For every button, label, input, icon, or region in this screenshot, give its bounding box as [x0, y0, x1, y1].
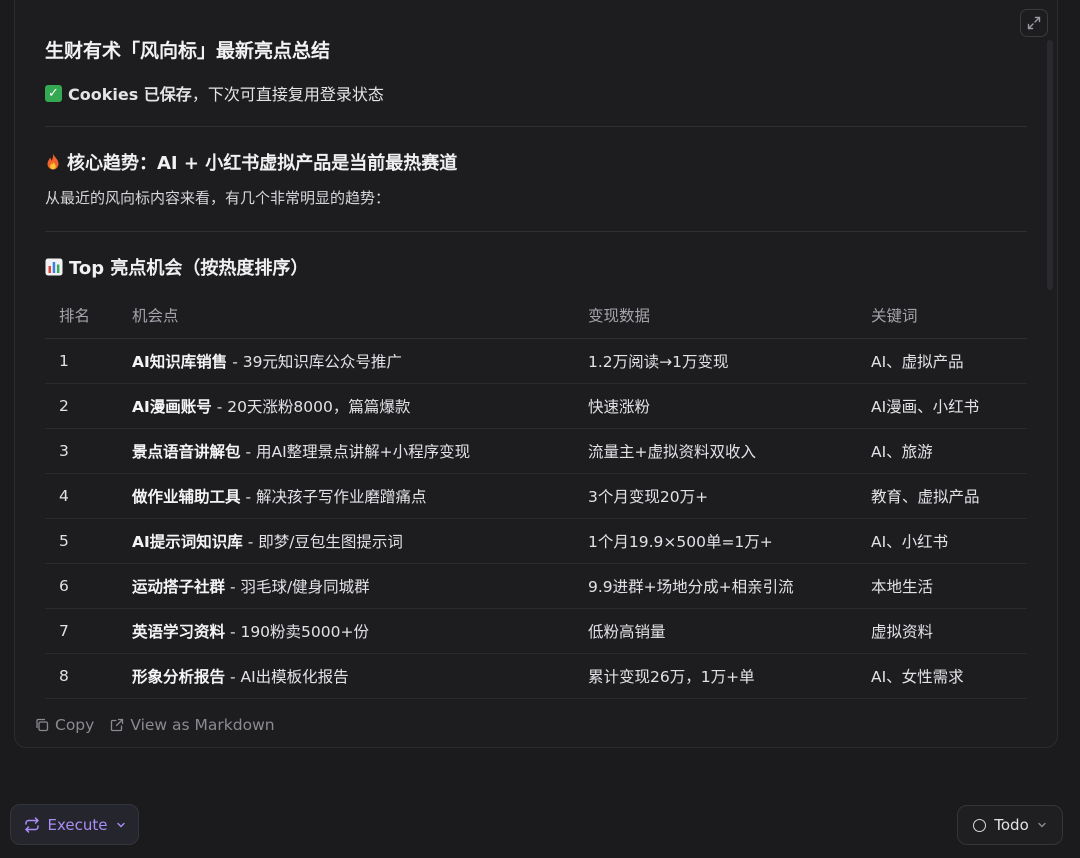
cookies-status-rest: ，下次可直接复用登录状态	[191, 85, 384, 104]
cell-monetization: 快速涨粉	[588, 398, 651, 416]
bar-chart-icon	[45, 258, 63, 276]
top-heading-text: Top 亮点机会（按热度排序）	[69, 258, 309, 279]
opportunity-desc: - 39元知识库公众号推广	[227, 353, 402, 371]
copy-label: Copy	[55, 716, 95, 734]
cell-keywords: AI、旅游	[871, 443, 933, 461]
cell-rank: 3	[59, 442, 69, 460]
opportunity-title: 做作业辅助工具	[132, 488, 241, 506]
view-markdown-button[interactable]: View as Markdown	[110, 716, 275, 734]
header-rank: 排名	[59, 307, 91, 325]
external-link-icon	[111, 718, 124, 732]
repeat-icon	[24, 816, 39, 833]
cell-monetization: 累计变现26万，1万+单	[588, 668, 755, 686]
view-markdown-label: View as Markdown	[130, 716, 275, 734]
cell-opportunity: 运动搭子社群 - 羽毛球/健身同城群	[132, 575, 588, 597]
circle-icon	[973, 818, 987, 832]
todo-label: Todo	[994, 816, 1029, 834]
cell-monetization: 3个月变现20万+	[588, 488, 709, 506]
cell-keywords: AI、虚拟产品	[871, 353, 964, 371]
opportunity-title: 景点语音讲解包	[132, 443, 241, 461]
header-keywords: 关键词	[871, 307, 918, 325]
cell-keywords: 本地生活	[871, 578, 934, 596]
response-card: 生财有术「风向标」最新亮点总结 ✓ Cookies 已保存，下次可直接复用登录状…	[14, 0, 1058, 748]
cell-opportunity: 景点语音讲解包 - 用AI整理景点讲解+小程序变现	[132, 440, 588, 462]
table-row: 2 AI漫画账号 - 20天涨粉8000，篇篇爆款 快速涨粉 AI漫画、小红书	[45, 384, 1027, 429]
cell-opportunity: 英语学习资料 - 190粉卖5000+份	[132, 620, 588, 642]
todo-button[interactable]: Todo	[957, 805, 1063, 845]
cell-opportunity: AI漫画账号 - 20天涨粉8000，篇篇爆款	[132, 395, 588, 417]
table-row: 6 运动搭子社群 - 羽毛球/健身同城群 9.9进群+场地分成+相亲引流 本地生活	[45, 564, 1027, 609]
scrollbar[interactable]	[1047, 40, 1053, 290]
opportunity-desc: - 用AI整理景点讲解+小程序变现	[240, 443, 471, 461]
cell-monetization: 9.9进群+场地分成+相亲引流	[588, 578, 794, 596]
table-header: 排名 机会点 变现数据 关键词	[45, 292, 1027, 339]
table-body: 1 AI知识库销售 - 39元知识库公众号推广 1.2万阅读→1万变现 AI、虚拟产品…	[45, 339, 1027, 699]
expand-button[interactable]	[1020, 9, 1048, 37]
opportunity-table: 排名 机会点 变现数据 关键词 1 AI知识库销售 - 39元知识库公众号推广 1.…	[45, 292, 1027, 699]
cell-keywords: 虚拟资料	[871, 623, 934, 641]
top-heading: Top 亮点机会（按热度排序）	[45, 254, 308, 280]
cell-monetization: 低粉高销量	[588, 623, 666, 641]
opportunity-desc: - 羽毛球/健身同城群	[225, 578, 370, 596]
cell-monetization: 1个月19.9×500单=1万+	[588, 533, 773, 551]
cookies-status-bold: Cookies 已保存	[68, 85, 192, 104]
check-icon: ✓	[45, 84, 62, 102]
cell-keywords: AI、女性需求	[871, 668, 964, 686]
cell-opportunity: AI提示词知识库 - 即梦/豆包生图提示词	[132, 530, 588, 552]
cell-keywords: AI漫画、小红书	[871, 398, 980, 416]
opportunity-desc: - AI出模板化报告	[225, 668, 349, 686]
fire-icon	[47, 153, 59, 170]
opportunity-title: AI提示词知识库	[132, 533, 243, 551]
trend-description: 从最近的风向标内容来看，有几个非常明显的趋势：	[45, 189, 391, 207]
chevron-down-icon	[116, 822, 125, 827]
execute-label: Execute	[47, 815, 108, 834]
card-title: 生财有术「风向标」最新亮点总结	[45, 40, 331, 62]
table-row: 1 AI知识库销售 - 39元知识库公众号推广 1.2万阅读→1万变现 AI、虚拟产品	[45, 339, 1027, 384]
cell-rank: 6	[59, 577, 69, 595]
opportunity-title: AI知识库销售	[132, 353, 228, 371]
divider	[45, 231, 1027, 232]
cell-opportunity: AI知识库销售 - 39元知识库公众号推广	[132, 350, 588, 372]
cell-keywords: AI、小红书	[871, 533, 949, 551]
cell-rank: 5	[59, 532, 69, 550]
table-row: 7 英语学习资料 - 190粉卖5000+份 低粉高销量 虚拟资料	[45, 609, 1027, 654]
opportunity-desc: - 190粉卖5000+份	[225, 623, 369, 641]
cell-rank: 8	[59, 667, 69, 685]
chevron-down-icon	[1038, 822, 1046, 828]
opportunity-desc: - 即梦/豆包生图提示词	[242, 533, 403, 551]
header-opportunity: 机会点	[132, 307, 179, 325]
opportunity-desc: - 20天涨粉8000，篇篇爆款	[211, 398, 411, 416]
opportunity-title: 英语学习资料	[132, 623, 226, 641]
opportunity-title: AI漫画账号	[132, 398, 212, 416]
cell-keywords: 教育、虚拟产品	[871, 488, 980, 506]
trend-heading-text: 核心趋势：AI + 小红书虚拟产品是当前最热赛道	[67, 153, 458, 174]
copy-button[interactable]: Copy	[35, 716, 94, 734]
table-row: 8 形象分析报告 - AI出模板化报告 累计变现26万，1万+单 AI、女性需求	[45, 654, 1027, 699]
cell-monetization: 流量主+虚拟资料双收入	[588, 443, 756, 461]
trend-heading: 核心趋势：AI + 小红书虚拟产品是当前最热赛道	[45, 149, 457, 175]
cell-rank: 1	[59, 352, 69, 370]
cell-opportunity: 做作业辅助工具 - 解决孩子写作业磨蹭痛点	[132, 485, 588, 507]
opportunity-title: 运动搭子社群	[132, 578, 226, 596]
table-row: 5 AI提示词知识库 - 即梦/豆包生图提示词 1个月19.9×500单=1万+ AI…	[45, 519, 1027, 564]
cell-rank: 7	[59, 622, 69, 640]
opportunity-title: 形象分析报告	[132, 668, 226, 686]
card-footer: Copy View as Markdown	[35, 716, 275, 734]
execute-button[interactable]: Execute	[10, 804, 139, 845]
table-row: 4 做作业辅助工具 - 解决孩子写作业磨蹭痛点 3个月变现20万+ 教育、虚拟产品	[45, 474, 1027, 519]
copy-icon	[36, 718, 49, 732]
header-monetization: 变现数据	[588, 307, 651, 325]
expand-icon	[1027, 16, 1041, 30]
cell-rank: 4	[59, 487, 69, 505]
divider	[45, 126, 1027, 127]
cell-rank: 2	[59, 397, 69, 415]
cell-monetization: 1.2万阅读→1万变现	[588, 353, 729, 371]
cell-opportunity: 形象分析报告 - AI出模板化报告	[132, 665, 588, 687]
cookies-status: ✓ Cookies 已保存，下次可直接复用登录状态	[45, 81, 384, 105]
opportunity-desc: - 解决孩子写作业磨蹭痛点	[240, 488, 427, 506]
table-row: 3 景点语音讲解包 - 用AI整理景点讲解+小程序变现 流量主+虚拟资料双收入 AI、…	[45, 429, 1027, 474]
